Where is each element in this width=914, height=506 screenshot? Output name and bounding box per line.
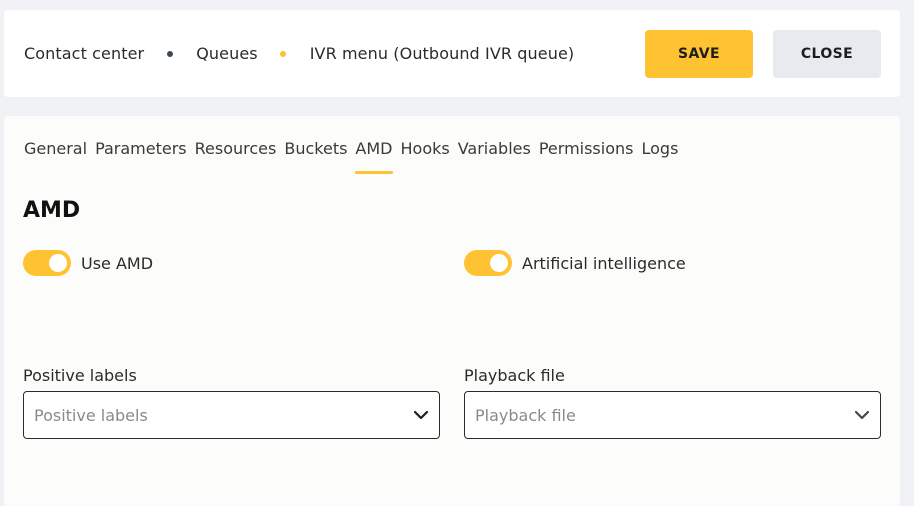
positive-labels-select[interactable]: Positive labels bbox=[23, 391, 440, 439]
breadcrumb-item-contact-center[interactable]: Contact center bbox=[24, 44, 144, 63]
playback-file-select[interactable]: Playback file bbox=[464, 391, 881, 439]
artificial-intelligence-toggle[interactable] bbox=[464, 250, 512, 276]
chevron-down-icon bbox=[854, 407, 870, 423]
tab-buckets[interactable]: Buckets bbox=[284, 136, 347, 174]
close-button[interactable]: CLOSE bbox=[773, 30, 881, 78]
ai-row: Artificial intelligence bbox=[464, 250, 686, 276]
breadcrumb: Contact center Queues IVR menu (Outbound… bbox=[24, 10, 574, 97]
content-card: General Parameters Resources Buckets AMD… bbox=[4, 116, 900, 506]
playback-file-placeholder: Playback file bbox=[475, 405, 576, 425]
breadcrumb-separator-dot bbox=[279, 50, 286, 57]
tab-parameters[interactable]: Parameters bbox=[95, 136, 187, 174]
page-header: Contact center Queues IVR menu (Outbound… bbox=[4, 10, 900, 97]
artificial-intelligence-label: Artificial intelligence bbox=[522, 253, 686, 273]
section-title: AMD bbox=[23, 198, 81, 223]
breadcrumb-item-current: IVR menu (Outbound IVR queue) bbox=[309, 44, 575, 63]
save-button[interactable]: SAVE bbox=[645, 30, 753, 78]
tab-hooks[interactable]: Hooks bbox=[401, 136, 450, 174]
playback-file-field: Playback file Playback file bbox=[464, 366, 881, 439]
chevron-down-icon bbox=[413, 407, 429, 423]
tab-resources[interactable]: Resources bbox=[195, 136, 277, 174]
tab-bar: General Parameters Resources Buckets AMD… bbox=[24, 136, 686, 174]
breadcrumb-separator-dot bbox=[167, 50, 174, 57]
breadcrumb-item-queues[interactable]: Queues bbox=[196, 44, 258, 63]
tab-variables[interactable]: Variables bbox=[458, 136, 531, 174]
use-amd-label: Use AMD bbox=[81, 253, 154, 273]
tab-logs[interactable]: Logs bbox=[641, 136, 678, 174]
toggle-knob bbox=[49, 254, 67, 272]
playback-file-label: Playback file bbox=[464, 366, 565, 385]
positive-labels-field: Positive labels Positive labels bbox=[23, 366, 440, 439]
positive-labels-label: Positive labels bbox=[23, 366, 137, 385]
toggle-knob bbox=[490, 254, 508, 272]
tab-amd[interactable]: AMD bbox=[355, 136, 393, 174]
use-amd-toggle[interactable] bbox=[23, 250, 71, 276]
positive-labels-placeholder: Positive labels bbox=[34, 405, 148, 425]
tab-permissions[interactable]: Permissions bbox=[539, 136, 634, 174]
tab-general[interactable]: General bbox=[24, 136, 87, 174]
use-amd-row: Use AMD bbox=[23, 250, 153, 276]
